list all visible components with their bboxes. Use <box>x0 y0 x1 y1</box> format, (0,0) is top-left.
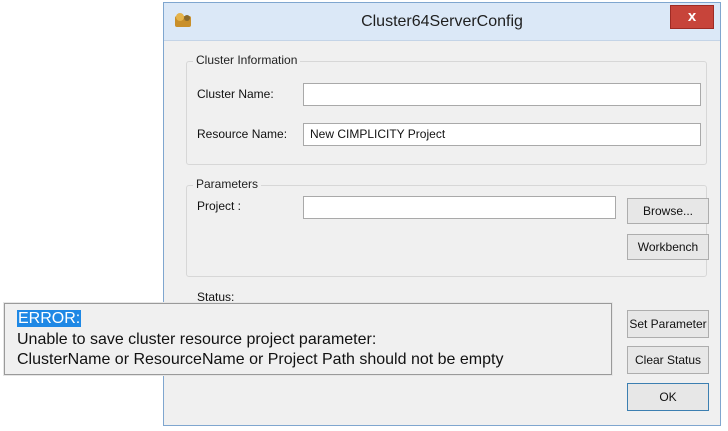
set-parameter-button[interactable]: Set Parameter <box>627 310 709 338</box>
cluster-info-group-label: Cluster Information <box>193 53 301 67</box>
window-title: Cluster64ServerConfig <box>361 13 523 30</box>
project-label: Project : <box>197 199 242 213</box>
error-line-2: ClusterName or ResourceName or Project P… <box>17 351 504 368</box>
resource-name-field[interactable]: New CIMPLICITY Project <box>303 123 701 146</box>
error-heading: ERROR: <box>17 310 82 328</box>
resource-name-label: Resource Name: <box>197 127 288 141</box>
parameters-group-label: Parameters <box>193 177 262 191</box>
cluster-info-group <box>186 61 707 165</box>
close-button[interactable]: x <box>670 5 714 29</box>
workbench-button[interactable]: Workbench <box>627 234 709 260</box>
error-heading-text: ERROR: <box>17 310 82 327</box>
browse-button[interactable]: Browse... <box>627 198 709 224</box>
cluster-name-field[interactable] <box>303 83 701 106</box>
error-line-1: Unable to save cluster resource project … <box>17 331 377 348</box>
clear-status-button[interactable]: Clear Status <box>627 346 709 374</box>
title-bar: Cluster64ServerConfig x <box>164 3 720 41</box>
status-text-box[interactable]: ERROR: Unable to save cluster resource p… <box>4 303 612 375</box>
status-label: Status: <box>197 290 235 304</box>
project-path-field[interactable] <box>303 196 616 219</box>
cluster-name-label: Cluster Name: <box>197 87 274 101</box>
ok-button[interactable]: OK <box>627 383 709 411</box>
